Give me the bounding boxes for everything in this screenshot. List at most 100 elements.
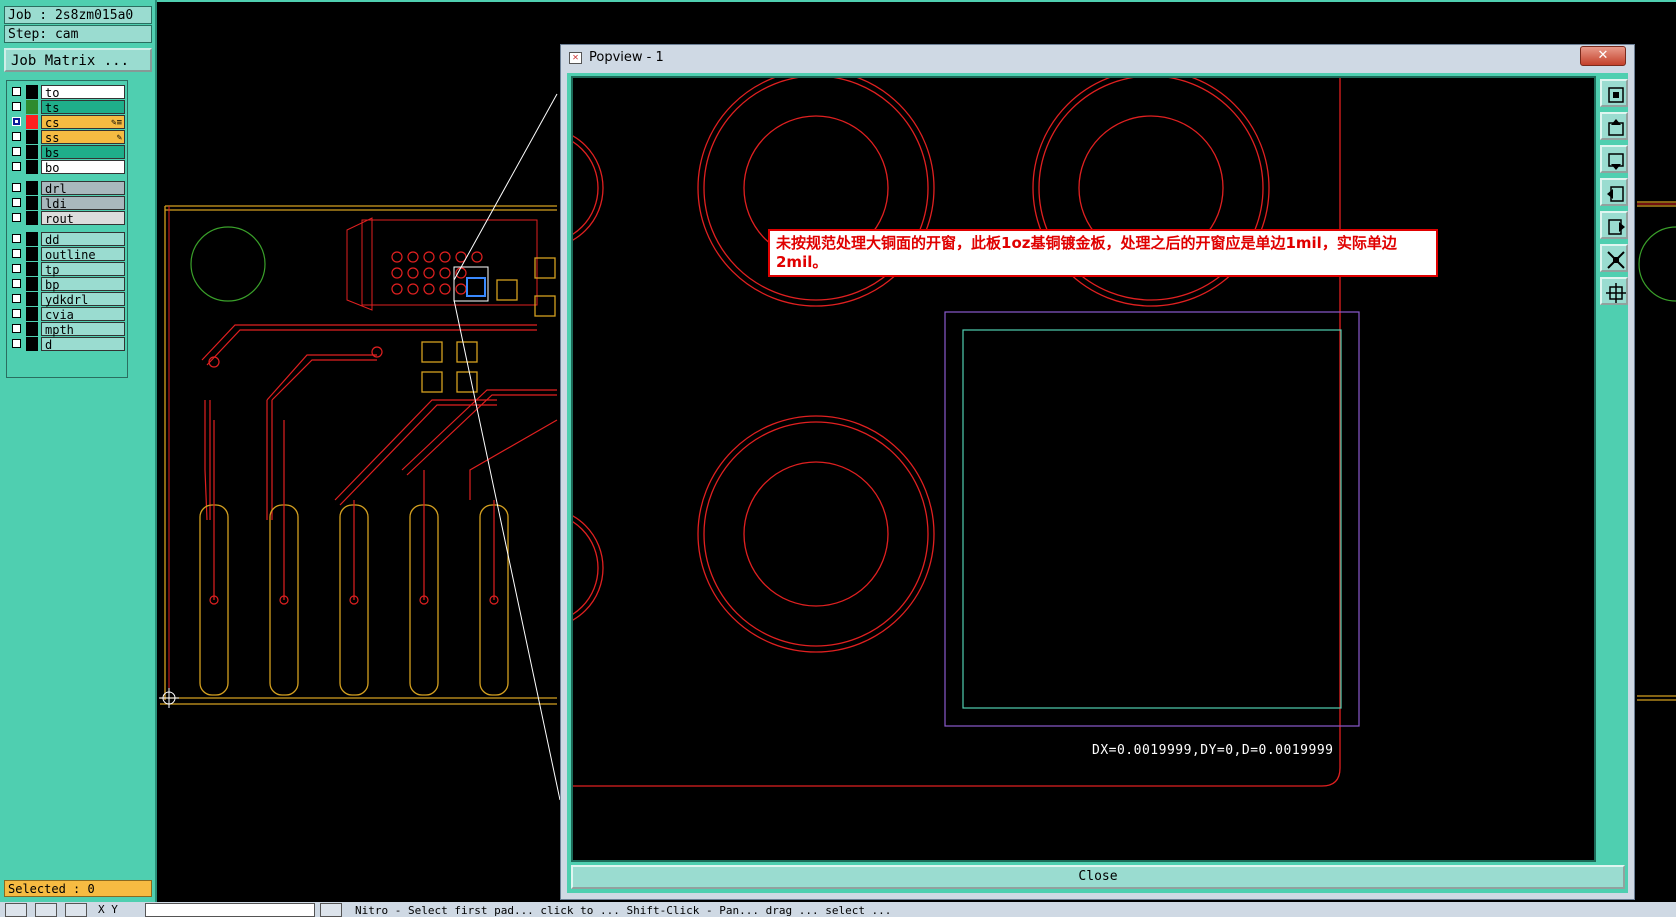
layer-checkbox[interactable]	[12, 198, 21, 207]
layer-color-swatch[interactable]	[26, 232, 38, 246]
layer-checkbox[interactable]	[12, 264, 21, 273]
edit-marker-icon: ✎	[116, 133, 122, 143]
selected-count: Selected : 0	[4, 880, 152, 897]
layer-name[interactable]: bp	[41, 277, 125, 292]
layer-checkbox[interactable]	[12, 213, 21, 222]
layer-checkbox[interactable]	[12, 309, 21, 318]
layer-name[interactable]: ts	[41, 100, 125, 115]
popview-toolbar	[1600, 76, 1628, 862]
app-icon: ✕	[569, 52, 582, 64]
pan-down-button[interactable]	[1600, 145, 1628, 173]
layer-color-swatch[interactable]	[26, 337, 38, 351]
layer-name[interactable]: rout	[41, 211, 125, 226]
zoom-fit-button[interactable]	[1600, 79, 1628, 107]
layer-name[interactable]: cs ✎≡	[41, 115, 125, 130]
zoom-out-icon	[1607, 251, 1625, 269]
layer-checkbox[interactable]	[12, 249, 21, 258]
layer-row-ss[interactable]: ss ✎	[9, 130, 125, 145]
pan-right-icon	[1608, 219, 1625, 235]
layer-row-mpth[interactable]: mpth	[9, 322, 125, 337]
layer-color-swatch[interactable]	[26, 292, 38, 306]
job-name: Job : 2s8zm015a0	[4, 6, 152, 24]
layer-name[interactable]: dd	[41, 232, 125, 247]
popview-title: Popview - 1	[589, 50, 664, 65]
layer-name[interactable]: drl	[41, 181, 125, 196]
layer-checkbox[interactable]	[12, 147, 21, 156]
layer-checkbox[interactable]	[12, 234, 21, 243]
layer-row-dd[interactable]: dd	[9, 232, 125, 247]
layer-checkbox[interactable]	[12, 87, 21, 96]
popview-window: ✕ Popview - 1 ✕ 未按规范处理大铜面的开窗，此板1oz基铜镀金板，…	[482, 44, 1635, 900]
layer-name[interactable]: bo	[41, 160, 125, 175]
layer-checkbox[interactable]	[12, 324, 21, 333]
layer-row-tp[interactable]: tp	[9, 262, 125, 277]
layer-checkbox[interactable]	[12, 339, 21, 348]
layer-name[interactable]: outline	[41, 247, 125, 262]
layer-checkbox[interactable]	[12, 132, 21, 141]
layer-color-swatch[interactable]	[26, 262, 38, 276]
layer-color-swatch[interactable]	[26, 196, 38, 210]
pan-up-button[interactable]	[1600, 112, 1628, 140]
layer-color-swatch[interactable]	[26, 211, 38, 225]
status-tool-button[interactable]	[320, 903, 342, 917]
layer-list: to ts cs ✎≡ ss ✎ bs bo drl ldi rout dd outline tp bp yd…	[6, 80, 128, 378]
layer-row-rout[interactable]: rout	[9, 211, 125, 226]
measure-readout: DX=0.0019999,DY=0,D=0.0019999	[1092, 743, 1334, 758]
edit-marker-icon: ✎≡	[111, 118, 122, 128]
layer-color-swatch[interactable]	[26, 115, 38, 129]
layer-name[interactable]: d	[41, 337, 125, 352]
layer-checkbox[interactable]	[12, 183, 21, 192]
coord-input[interactable]	[145, 903, 315, 917]
layer-color-swatch[interactable]	[26, 277, 38, 291]
close-button[interactable]: Close	[571, 865, 1625, 889]
layer-name[interactable]: to	[41, 85, 125, 100]
layer-row-d[interactable]: d	[9, 337, 125, 352]
layer-row-ts[interactable]: ts	[9, 100, 125, 115]
layer-color-swatch[interactable]	[26, 322, 38, 336]
layer-color-swatch[interactable]	[26, 247, 38, 261]
window-close-button[interactable]: ✕	[1580, 46, 1626, 66]
layer-row-cvia[interactable]: cvia	[9, 307, 125, 322]
layer-checkbox[interactable]	[12, 294, 21, 303]
layer-color-swatch[interactable]	[26, 100, 38, 114]
layer-checkbox[interactable]	[12, 102, 21, 111]
layer-row-cs[interactable]: cs ✎≡	[9, 115, 125, 130]
layer-name[interactable]: ydkdrl	[41, 292, 125, 307]
status-tool-button[interactable]	[5, 903, 27, 917]
layer-row-to[interactable]: to	[9, 85, 125, 100]
layer-name[interactable]: ss ✎	[41, 130, 125, 145]
job-matrix-button[interactable]: Job Matrix ...	[4, 48, 152, 72]
layer-color-swatch[interactable]	[26, 160, 38, 174]
layer-checkbox[interactable]	[12, 162, 21, 171]
coord-label: X Y	[98, 903, 118, 916]
status-tool-button[interactable]	[35, 903, 57, 917]
layer-checkbox[interactable]	[12, 117, 21, 126]
status-tool-button[interactable]	[65, 903, 87, 917]
pan-left-button[interactable]	[1600, 178, 1628, 206]
zoom-out-button[interactable]	[1600, 244, 1628, 272]
layer-color-swatch[interactable]	[26, 307, 38, 321]
popview-titlebar[interactable]: ✕ Popview - 1 ✕	[561, 45, 1634, 71]
layer-row-bo[interactable]: bo	[9, 160, 125, 175]
layer-name[interactable]: ldi	[41, 196, 125, 211]
zoom-in-button[interactable]	[1600, 277, 1628, 305]
layer-name[interactable]: mpth	[41, 322, 125, 337]
review-annotation: 未按规范处理大铜面的开窗，此板1oz基铜镀金板，处理之后的开窗应是单边1mil，…	[768, 229, 1438, 277]
layer-row-bs[interactable]: bs	[9, 145, 125, 160]
layer-color-swatch[interactable]	[26, 181, 38, 195]
layer-color-swatch[interactable]	[26, 145, 38, 159]
layer-name[interactable]: cvia	[41, 307, 125, 322]
layer-row-bp[interactable]: bp	[9, 277, 125, 292]
layer-color-swatch[interactable]	[26, 130, 38, 144]
layer-row-outline[interactable]: outline	[9, 247, 125, 262]
layer-row-ydkdrl[interactable]: ydkdrl	[9, 292, 125, 307]
popview-canvas[interactable]: 未按规范处理大铜面的开窗，此板1oz基铜镀金板，处理之后的开窗应是单边1mil，…	[482, 69, 1596, 862]
layer-row-ldi[interactable]: ldi	[9, 196, 125, 211]
layer-color-swatch[interactable]	[26, 85, 38, 99]
layer-checkbox[interactable]	[12, 279, 21, 288]
layer-name[interactable]: tp	[41, 262, 125, 277]
layer-row-drl[interactable]: drl	[9, 181, 125, 196]
layer-name[interactable]: bs	[41, 145, 125, 160]
status-strip: X Y Nitro - Select first pad... click to…	[0, 902, 1676, 917]
pan-right-button[interactable]	[1600, 211, 1628, 239]
